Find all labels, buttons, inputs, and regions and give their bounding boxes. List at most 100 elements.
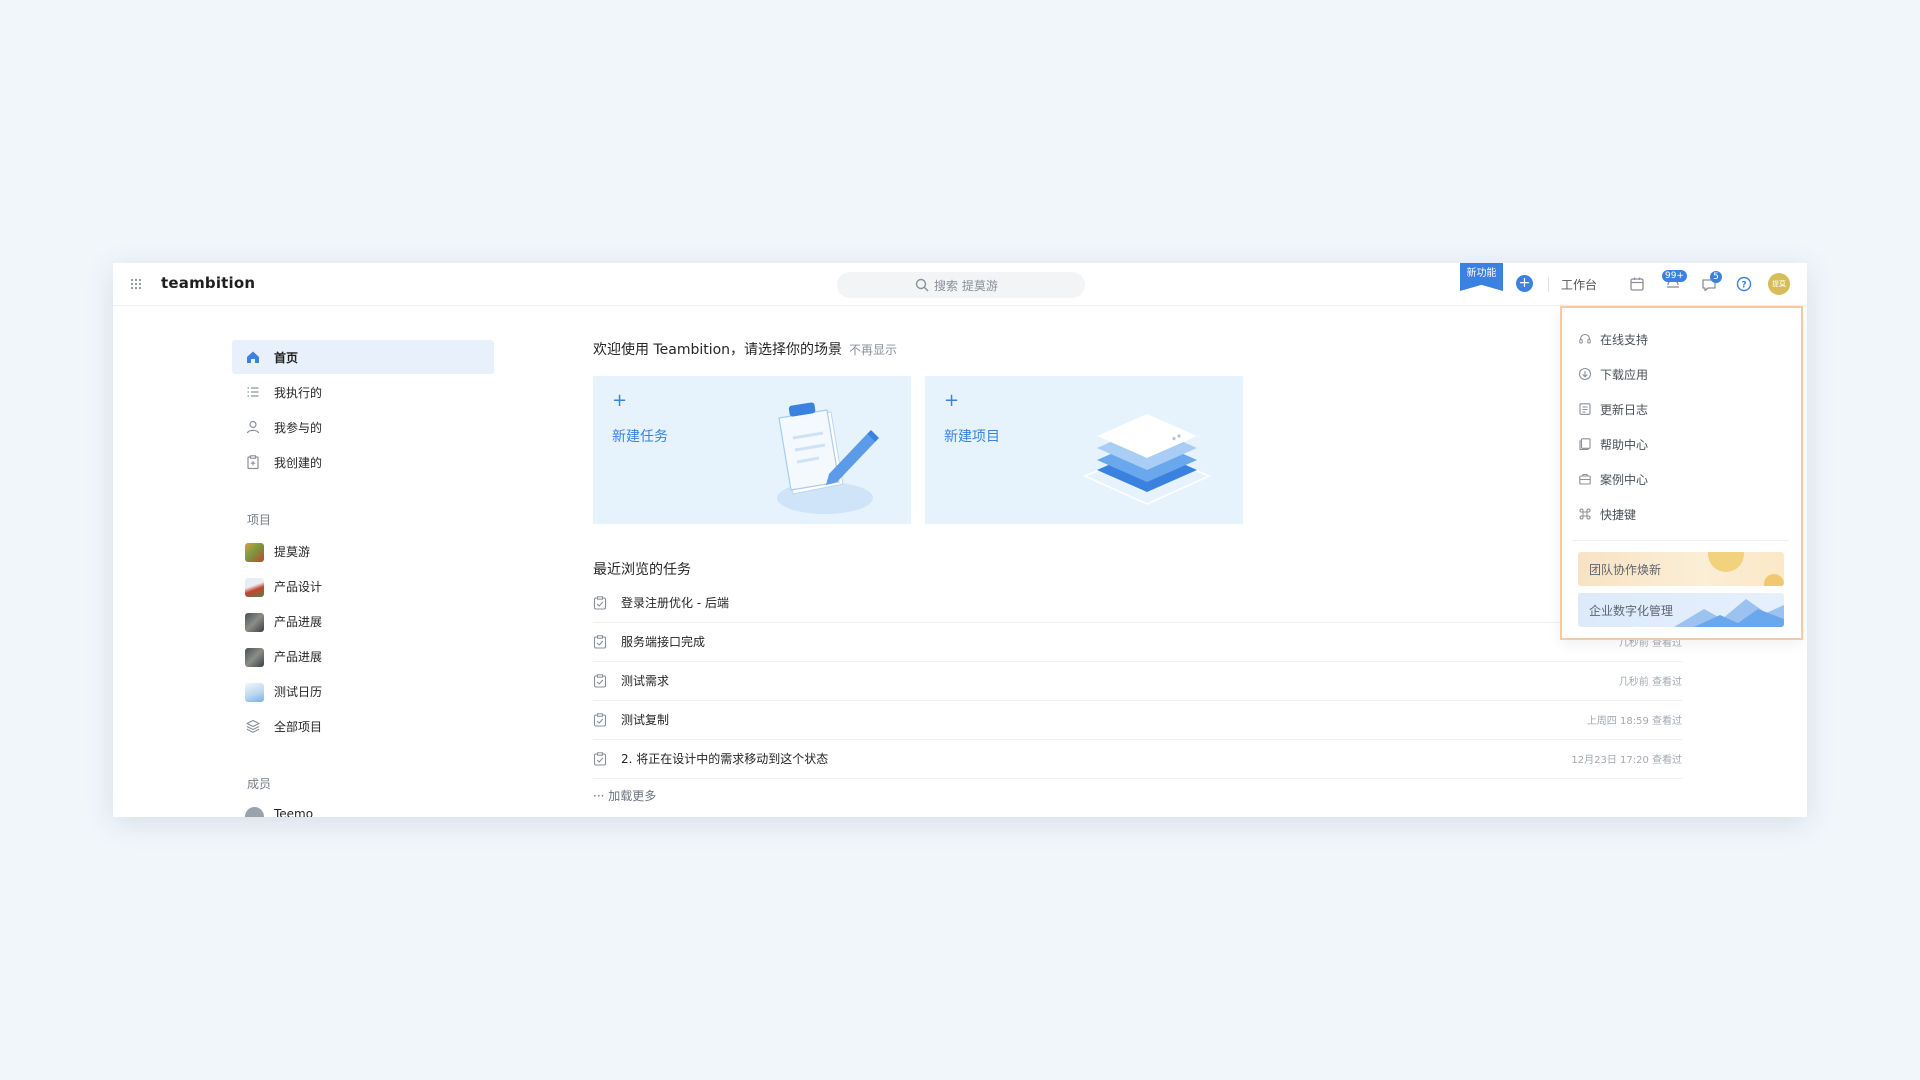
task-title: 2. 将正在设计中的需求移动到这个状态	[621, 752, 829, 766]
search-placeholder: 搜索 提莫游	[934, 279, 998, 293]
project-thumbnail	[245, 648, 264, 667]
sidebar-item-home[interactable]: 首页	[232, 340, 494, 374]
project-label: 测试日历	[274, 685, 323, 699]
sidebar-item-label: 我执行的	[274, 386, 323, 400]
user-avatar[interactable]: 提莫	[1768, 273, 1790, 295]
command-icon	[1579, 508, 1591, 520]
project-label: 提莫游	[274, 545, 311, 559]
download-icon	[1578, 367, 1592, 381]
sidebar-item-created[interactable]: 我创建的	[232, 445, 494, 479]
notification-badge: 99+	[1662, 270, 1687, 282]
sidebar-item-assigned[interactable]: 我执行的	[232, 375, 494, 409]
new-feature-ribbon[interactable]: 新功能	[1460, 263, 1503, 291]
menu-item-help-center[interactable]: 帮助中心	[1572, 427, 1789, 461]
help-icon[interactable]: ?	[1735, 275, 1753, 293]
home-icon	[247, 351, 259, 363]
search-input[interactable]: 搜索 提莫游	[837, 272, 1085, 298]
task-title: 测试需求	[621, 674, 670, 688]
card-title: 新建项目	[944, 429, 1000, 445]
menu-item-shortcuts[interactable]: 快捷键	[1572, 497, 1789, 531]
top-header: teambition 搜索 提莫游 新功能 + 工作台 99+ 5 ? 提莫	[113, 263, 1807, 306]
sidebar-item-label: 我创建的	[274, 456, 323, 470]
table-row[interactable]: 服务端接口完成 几秒前 查看过	[593, 623, 1682, 662]
briefcase-icon	[1579, 473, 1591, 485]
menu-item-changelog[interactable]: 更新日志	[1572, 392, 1789, 426]
project-thumbnail	[245, 613, 264, 632]
projects-section-header: 项目	[247, 513, 272, 527]
clipboard-illustration-icon	[777, 402, 879, 514]
menu-item-label: 帮助中心	[1600, 438, 1649, 452]
table-row[interactable]: 测试需求 几秒前 查看过	[593, 662, 1682, 701]
menu-item-online-support[interactable]: 在线支持	[1572, 322, 1789, 356]
sidebar-item-participated[interactable]: 我参与的	[232, 410, 494, 444]
task-checkbox-icon	[593, 635, 607, 649]
task-checkbox-icon	[593, 596, 607, 610]
project-item[interactable]: 产品进展	[232, 639, 494, 673]
project-thumbnail	[245, 683, 264, 702]
project-item[interactable]: 提莫游	[232, 534, 494, 568]
new-task-card[interactable]: + 新建任务	[593, 376, 911, 524]
team-collab-banner[interactable]: 团队协作焕新	[1578, 552, 1784, 586]
banner-label: 企业数字化管理	[1589, 604, 1674, 618]
brand-logo[interactable]: teambition	[161, 274, 255, 292]
load-more-button[interactable]: ··· 加载更多	[593, 787, 656, 804]
project-label: 产品进展	[274, 650, 323, 664]
layers-illustration-icon	[1083, 414, 1211, 505]
svg-text:?: ?	[1741, 280, 1746, 290]
task-checkbox-icon	[593, 752, 607, 766]
menu-item-download-app[interactable]: 下载应用	[1572, 357, 1789, 391]
message-badge: 5	[1710, 271, 1722, 283]
member-avatar	[245, 807, 264, 817]
dismiss-link[interactable]: 不再显示	[849, 341, 897, 358]
enterprise-digital-banner[interactable]: 企业数字化管理	[1578, 593, 1784, 627]
table-row[interactable]: 登录注册优化 - 后端	[593, 584, 1682, 623]
plus-icon: +	[944, 390, 960, 411]
workbench-link[interactable]: 工作台	[1561, 276, 1597, 293]
app-window: teambition 搜索 提莫游 新功能 + 工作台 99+ 5 ? 提莫 首…	[113, 263, 1807, 817]
create-button[interactable]: +	[1516, 275, 1533, 292]
layers-icon	[246, 719, 260, 733]
log-icon	[1579, 403, 1591, 415]
table-row[interactable]: 测试复制 上周四 18:59 查看过	[593, 701, 1682, 740]
calendar-icon[interactable]	[1628, 275, 1646, 293]
project-item[interactable]: 产品进展	[232, 604, 494, 638]
welcome-title: 欢迎使用 Teambition，请选择你的场景	[593, 342, 843, 358]
project-thumbnail	[245, 543, 264, 562]
project-item[interactable]: 产品设计	[232, 569, 494, 603]
project-thumbnail	[245, 578, 264, 597]
members-section-header: 成员	[247, 777, 272, 791]
recent-tasks-header: 最近浏览的任务	[593, 562, 691, 578]
menu-item-label: 下载应用	[1600, 368, 1649, 382]
project-item[interactable]: 测试日历	[232, 674, 494, 708]
card-title: 新建任务	[612, 429, 668, 445]
search-icon	[915, 278, 929, 292]
task-viewed-time: 几秒前 查看过	[1618, 677, 1682, 688]
sidebar-item-label: 我参与的	[274, 421, 323, 435]
sidebar-item-all-projects[interactable]: 全部项目	[232, 709, 494, 743]
help-dropdown-menu: 在线支持 下载应用 更新日志 帮助中心 案例中心 快捷键 团队协作焕新 企业数字…	[1560, 306, 1803, 640]
task-viewed-time: 12月23日 17:20 查看过	[1571, 755, 1682, 766]
task-title: 登录注册优化 - 后端	[621, 596, 729, 610]
member-label: Teemo	[274, 807, 314, 817]
sidebar-item-label: 首页	[274, 351, 299, 365]
menu-item-label: 案例中心	[1600, 473, 1649, 487]
banner-label: 团队协作焕新	[1589, 563, 1662, 577]
plus-icon: +	[612, 390, 628, 411]
project-label: 产品进展	[274, 615, 323, 629]
headset-icon	[1579, 333, 1591, 344]
table-row[interactable]: 2. 将正在设计中的需求移动到这个状态 12月23日 17:20 查看过	[593, 740, 1682, 779]
task-checkbox-icon	[593, 713, 607, 727]
task-checkbox-icon	[593, 674, 607, 688]
menu-item-case-center[interactable]: 案例中心	[1572, 462, 1789, 496]
header-divider	[1548, 277, 1549, 292]
menu-divider	[1572, 540, 1789, 541]
project-label: 产品设计	[274, 580, 323, 594]
clipboard-icon	[247, 455, 259, 470]
task-title: 测试复制	[621, 713, 670, 727]
book-icon	[1579, 438, 1591, 451]
member-item[interactable]: Teemo	[232, 798, 494, 817]
sun-decoration-icon	[1708, 552, 1784, 586]
new-project-card[interactable]: + 新建项目	[925, 376, 1243, 524]
user-icon	[246, 420, 260, 434]
apps-grid-icon[interactable]	[130, 278, 142, 290]
